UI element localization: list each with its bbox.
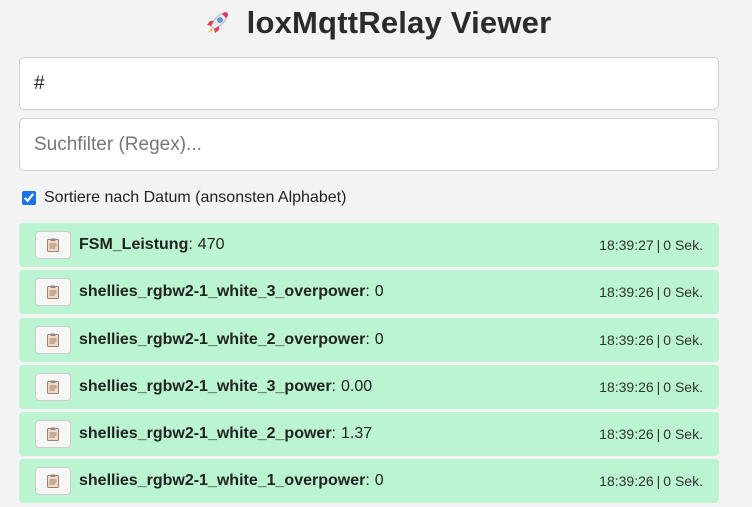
meta-divider: | xyxy=(656,237,661,253)
copy-button[interactable] xyxy=(35,278,71,307)
entry-name: shellies_rgbw2-1_white_2_overpower xyxy=(79,330,366,348)
list-item: shellies_rgbw2-1_white_3_power:0.00 18:39… xyxy=(19,364,719,409)
clipboard-icon xyxy=(47,238,59,252)
entry-timestamp: 18:39:26 | 0 Sek. xyxy=(599,379,703,395)
meta-divider: | xyxy=(656,284,661,301)
page-header: loxMqttRelay Viewer xyxy=(0,0,752,46)
clipboard-icon xyxy=(47,427,59,442)
entry-time: 18:39:26 xyxy=(599,284,654,301)
entry-time: 18:39:26 xyxy=(599,426,654,443)
meta-divider: | xyxy=(656,473,661,490)
entry-time: 18:39:27 xyxy=(599,237,654,253)
clipboard-icon xyxy=(47,474,59,489)
copy-button[interactable] xyxy=(35,372,71,401)
message-list: FSM_Leistung:470 18:39:27 | 0 Sek. shellies_… xyxy=(19,223,719,507)
entry-timestamp: 18:39:26 | 0 Sek. xyxy=(599,426,703,442)
entry-time: 18:39:26 xyxy=(599,473,654,490)
entry-name: shellies_rgbw2-1_white_3_power xyxy=(79,377,332,395)
entry-separator: : xyxy=(188,236,193,253)
entry-value: 470 xyxy=(197,236,225,253)
page-title: loxMqttRelay Viewer xyxy=(246,5,552,40)
entry-separator: : xyxy=(331,425,336,443)
list-item: shellies_rgbw2-1_white_3_overpower:0 18:3… xyxy=(19,270,719,315)
entry-timestamp: 18:39:26 | 0 Sek. xyxy=(599,284,703,300)
entry-timestamp: 18:39:26 | 0 Sek. xyxy=(599,473,703,489)
clipboard-icon xyxy=(47,285,59,300)
entry-separator: : xyxy=(365,283,370,301)
rocket-icon xyxy=(206,11,229,33)
sort-by-date-checkbox[interactable] xyxy=(22,191,36,205)
list-item: shellies_rgbw2-1_white_1_overpower:0 18:3… xyxy=(19,459,719,504)
copy-button[interactable] xyxy=(35,231,71,259)
regex-filter-input[interactable] xyxy=(19,118,719,171)
entry-separator: : xyxy=(365,330,370,348)
entry-time: 18:39:26 xyxy=(599,331,654,348)
meta-divider: | xyxy=(656,378,661,395)
clipboard-icon xyxy=(47,380,59,394)
entry-age: 0 Sek. xyxy=(663,331,703,348)
entry-age: 0 Sek. xyxy=(663,473,703,490)
entry-name: shellies_rgbw2-1_white_3_overpower xyxy=(79,283,366,301)
entry-value: 0 xyxy=(374,283,384,301)
entry-separator: : xyxy=(365,472,370,490)
entry-age: 0 Sek. xyxy=(663,237,703,253)
entry-age: 0 Sek. xyxy=(663,284,703,301)
entry-time: 18:39:26 xyxy=(599,378,654,395)
entry-name: FSM_Leistung xyxy=(79,236,189,253)
sort-by-date-option[interactable]: Sortiere nach Datum (ansonsten Alphabet) xyxy=(22,187,346,209)
entry-age: 0 Sek. xyxy=(663,426,703,443)
clipboard-icon xyxy=(47,333,59,347)
meta-divider: | xyxy=(656,426,661,443)
entry-value: 0.00 xyxy=(341,377,373,395)
entry-name: shellies_rgbw2-1_white_1_overpower xyxy=(79,472,366,490)
copy-button[interactable] xyxy=(35,325,71,354)
entry-value: 1.37 xyxy=(341,425,373,443)
copy-button[interactable] xyxy=(35,467,71,496)
entry-value: 0 xyxy=(374,330,384,348)
entry-age: 0 Sek. xyxy=(663,378,703,395)
entry-timestamp: 18:39:27 | 0 Sek. xyxy=(599,237,703,253)
sort-by-date-label: Sortiere nach Datum (ansonsten Alphabet) xyxy=(44,189,347,206)
entry-name: shellies_rgbw2-1_white_2_power xyxy=(79,425,332,443)
copy-button[interactable] xyxy=(35,420,71,449)
list-item: shellies_rgbw2-1_white_2_overpower:0 18:3… xyxy=(19,317,719,362)
entry-separator: : xyxy=(331,377,336,395)
list-item: shellies_rgbw2-1_white_2_power:1.37 18:39… xyxy=(19,412,719,457)
list-item: FSM_Leistung:470 18:39:27 | 0 Sek. xyxy=(19,223,719,267)
topic-input[interactable] xyxy=(19,57,719,110)
meta-divider: | xyxy=(656,331,661,348)
entry-value: 0 xyxy=(374,472,384,490)
entry-timestamp: 18:39:26 | 0 Sek. xyxy=(599,332,703,348)
